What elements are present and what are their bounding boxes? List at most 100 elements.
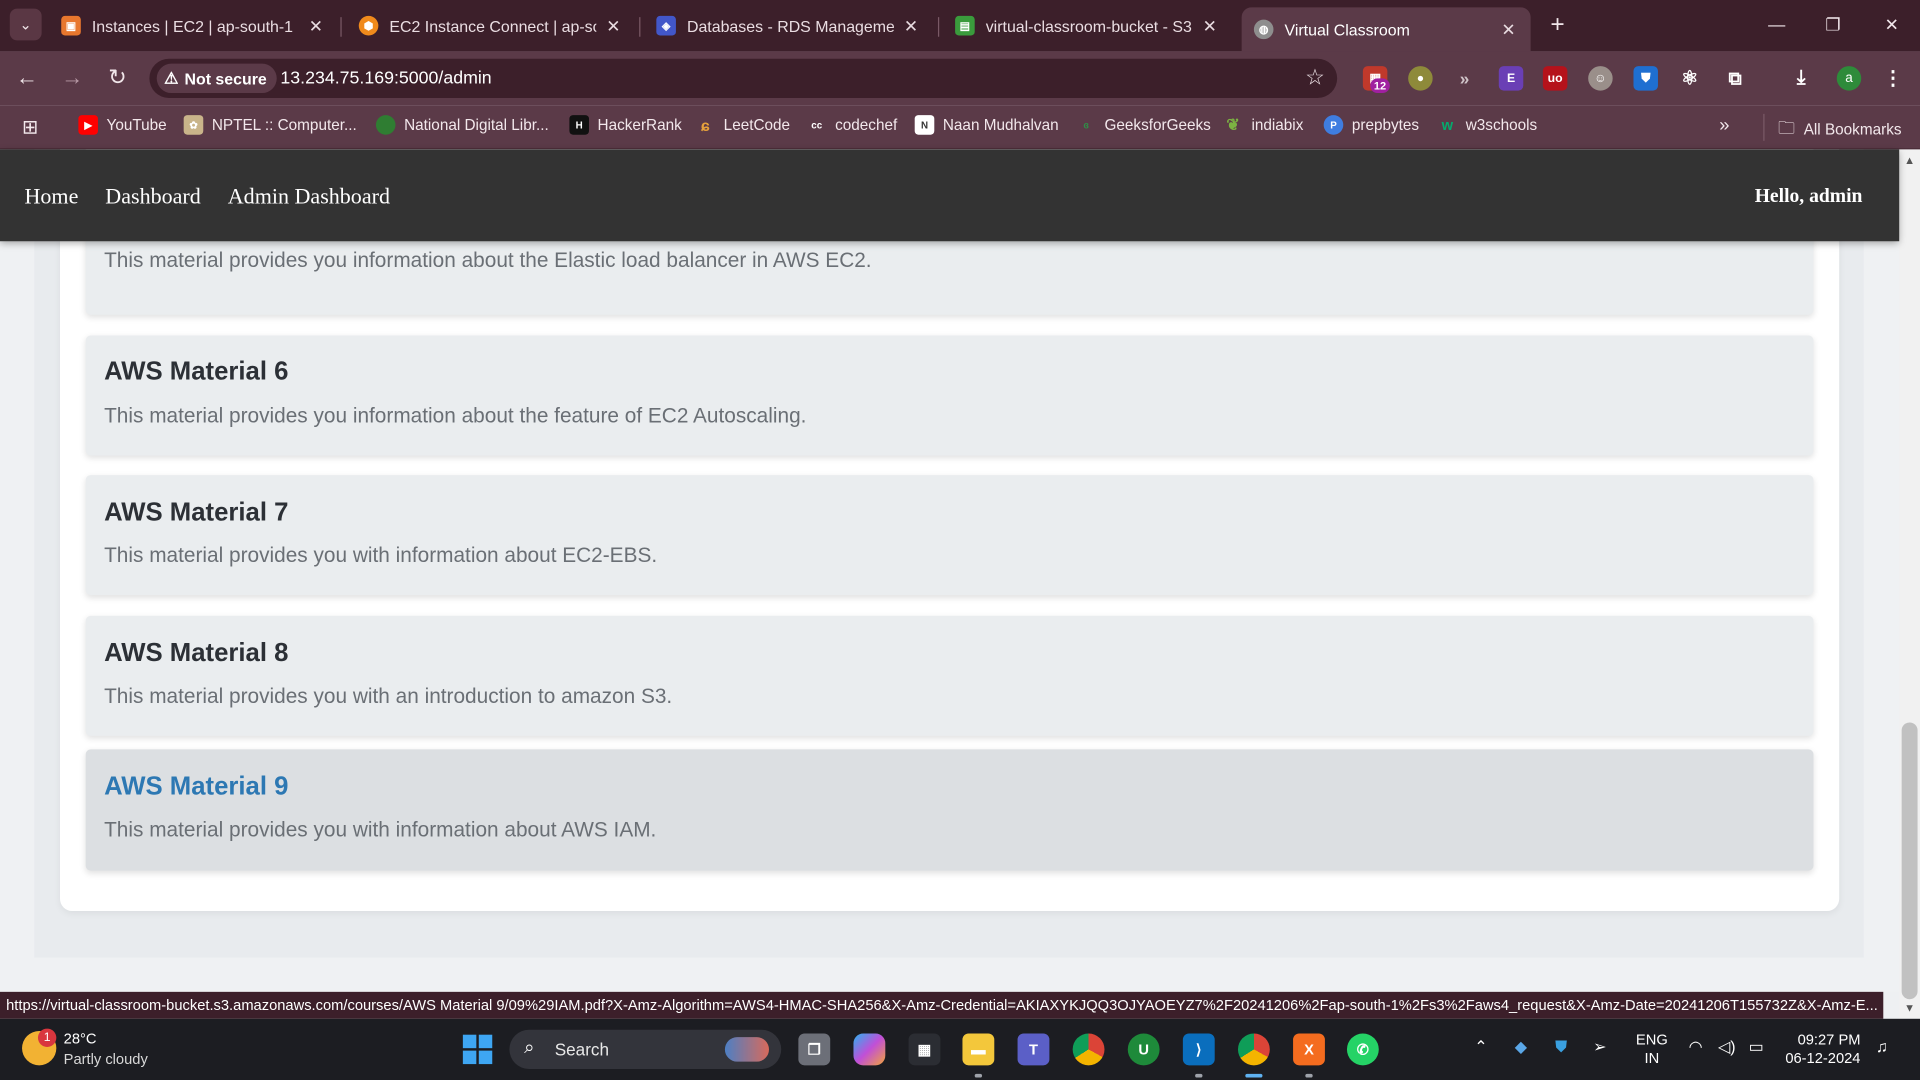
close-tab-icon[interactable]: ✕	[604, 15, 624, 36]
browser-tab[interactable]: ◈ Databases - RDS Management Console ✕	[644, 7, 933, 44]
menu-kebab-icon[interactable]: ⋮	[1881, 66, 1905, 90]
material-title[interactable]: AWS Material 6	[104, 358, 288, 387]
browser-tab[interactable]: ▤ virtual-classroom-bucket - S3 bucket ✕	[943, 7, 1232, 44]
scroll-down-arrow-icon[interactable]: ▼	[1904, 1002, 1915, 1014]
extension-icon[interactable]: »	[1452, 66, 1476, 90]
extension-icon[interactable]: ●	[1408, 66, 1433, 91]
bookmark-prepbytes[interactable]: Pprepbytes	[1323, 115, 1419, 135]
bitwarden-icon[interactable]: ⛊	[1633, 66, 1658, 91]
download-icon[interactable]: ⤓	[1789, 66, 1813, 90]
nav-admin-dashboard-link[interactable]: Admin Dashboard	[228, 184, 390, 210]
material-card[interactable]: AWS Material 8 This material provides yo…	[85, 615, 1814, 736]
whatsapp-icon[interactable]: ✆	[1346, 1033, 1379, 1066]
site-navbar: Home Dashboard Admin Dashboard Hello, ad…	[0, 149, 1900, 242]
nav-dashboard-link[interactable]: Dashboard	[105, 184, 200, 210]
scroll-up-arrow-icon[interactable]: ▲	[1904, 154, 1915, 166]
bookmark-w3schools[interactable]: w w3schools	[1438, 115, 1538, 135]
address-bar[interactable]: ⚠ Not secure 13.234.75.169:5000/admin ☆	[149, 58, 1338, 98]
wifi-icon[interactable]: ◠	[1689, 1037, 1703, 1057]
url-text[interactable]: 13.234.75.169:5000/admin	[280, 69, 491, 89]
tab-search-button[interactable]: ⌄	[9, 8, 42, 41]
weather-condition[interactable]: Partly cloudy	[64, 1051, 148, 1068]
bookmark-indiabix[interactable]: ❦ indiabix	[1223, 115, 1303, 135]
not-secure-chip[interactable]: ⚠ Not secure	[156, 63, 277, 94]
material-description: This material provides you with an intro…	[104, 684, 673, 708]
tray-overflow-chevron-icon[interactable]: ⌃	[1474, 1037, 1487, 1057]
cloud-sync-icon[interactable]: ◆	[1515, 1037, 1527, 1057]
page-scrollbar[interactable]: ▲ ▼	[1899, 149, 1920, 1019]
volume-icon[interactable]: ◁)	[1718, 1037, 1736, 1057]
extensions-puzzle-icon[interactable]: ⧉	[1723, 66, 1747, 90]
bookmark-hackerrank[interactable]: H HackerRank	[569, 115, 682, 135]
upwork-icon[interactable]: U	[1127, 1033, 1160, 1066]
ndl-icon	[375, 115, 396, 135]
close-tab-icon[interactable]: ✕	[901, 15, 921, 36]
bookmark-leetcode[interactable]: ɕ LeetCode	[696, 115, 790, 135]
close-tab-icon[interactable]: ✕	[306, 15, 326, 36]
window-close-icon[interactable]: ✕	[1873, 10, 1910, 39]
youtube-icon: ▶	[78, 115, 98, 135]
material-card[interactable]: AWS Material 6 This material provides yo…	[85, 335, 1814, 456]
all-bookmarks-button[interactable]: 🗀 All Bookmarks	[1778, 115, 1902, 144]
ublock-icon[interactable]: uo	[1542, 66, 1568, 91]
back-icon[interactable]: ←	[12, 64, 41, 93]
battery-icon[interactable]: ▭	[1749, 1037, 1764, 1057]
extension-icon[interactable]: E	[1498, 66, 1524, 91]
bookmark-ndl[interactable]: National Digital Libr...	[375, 115, 549, 135]
task-view-icon[interactable]: ❐	[798, 1033, 831, 1066]
copilot-icon[interactable]	[853, 1033, 886, 1066]
teams-icon[interactable]: T	[1017, 1033, 1050, 1066]
browser-tab-active[interactable]: ◍ Virtual Classroom ✕	[1241, 7, 1531, 52]
bookmark-codechef[interactable]: cc codechef	[807, 115, 897, 135]
weather-temperature[interactable]: 28°C	[64, 1030, 97, 1047]
send-location-icon[interactable]: ➢	[1593, 1037, 1606, 1057]
chrome-icon[interactable]	[1072, 1033, 1105, 1066]
extension-count-badge: 12	[1370, 78, 1390, 94]
bookmark-geeksforgeeks[interactable]: ɞ GeeksforGeeks	[1076, 115, 1211, 135]
system-clock[interactable]: 09:27 PM 06-12-2024	[1785, 1031, 1860, 1068]
bookmarks-bar: ⊞ ▶ YouTube ✿ NPTEL :: Computer... Nationa…	[0, 105, 1920, 150]
react-devtools-icon[interactable]: ⚛	[1678, 66, 1702, 90]
globe-icon: ◍	[1253, 19, 1274, 40]
browser-tab[interactable]: ⬢ EC2 Instance Connect | ap-south-1 ✕	[347, 7, 636, 44]
windows-start-icon[interactable]	[462, 1034, 493, 1065]
browser-tab[interactable]: ▣ Instances | EC2 | ap-south-1 ✕	[49, 7, 338, 44]
vscode-icon[interactable]: ⟩	[1182, 1033, 1215, 1066]
prepbytes-icon: P	[1323, 115, 1344, 135]
apps-grid-icon[interactable]: ⊞	[22, 115, 38, 139]
material-title[interactable]: AWS Material 7	[104, 498, 288, 527]
extension-icon[interactable]: ☺	[1588, 66, 1613, 91]
defender-shield-icon[interactable]: ⛊	[1555, 1037, 1567, 1057]
microsoft-store-icon[interactable]: ▦	[908, 1033, 941, 1066]
profile-avatar[interactable]: a	[1836, 66, 1862, 91]
notification-bell-icon[interactable]: ♫	[1876, 1037, 1888, 1055]
bookmark-youtube[interactable]: ▶ YouTube	[78, 115, 167, 135]
search-icon: ⌕	[524, 1037, 535, 1058]
material-title[interactable]: AWS Material 8	[104, 639, 288, 668]
forward-icon[interactable]: →	[58, 64, 87, 93]
material-card[interactable]: AWS Material 7 This material provides yo…	[85, 475, 1814, 596]
new-tab-button[interactable]: +	[1545, 11, 1569, 40]
chrome-profile-icon[interactable]	[1237, 1033, 1270, 1066]
close-tab-icon[interactable]: ✕	[1499, 19, 1519, 40]
link-status-bubble: https://virtual-classroom-bucket.s3.amaz…	[0, 991, 1884, 1019]
more-bookmarks-icon[interactable]: »	[1719, 115, 1729, 136]
input-language[interactable]: ENG IN	[1636, 1031, 1668, 1068]
scrollbar-thumb[interactable]	[1901, 722, 1918, 1000]
bookmark-naan-mudhalvan[interactable]: N Naan Mudhalvan	[914, 115, 1059, 135]
close-tab-icon[interactable]: ✕	[1200, 15, 1220, 36]
xampp-icon[interactable]: X	[1293, 1033, 1325, 1066]
indiabix-icon: ❦	[1226, 115, 1240, 134]
reload-icon[interactable]: ↻	[103, 64, 132, 93]
taskbar-search[interactable]: ⌕ Search	[509, 1029, 782, 1069]
bookmark-star-icon[interactable]: ☆	[1305, 65, 1325, 91]
minimize-icon[interactable]: —	[1758, 10, 1795, 39]
file-explorer-icon[interactable]: ▬	[962, 1033, 995, 1066]
w3schools-icon: w	[1441, 116, 1454, 134]
restore-icon[interactable]: ❐	[1815, 10, 1852, 39]
bookmark-nptel[interactable]: ✿ NPTEL :: Computer...	[183, 115, 357, 135]
material-card-hovered[interactable]: AWS Material 9 This material provides yo…	[85, 749, 1814, 871]
codechef-icon: cc	[811, 119, 823, 131]
nav-home-link[interactable]: Home	[24, 184, 78, 210]
material-title-link[interactable]: AWS Material 9	[104, 773, 288, 802]
